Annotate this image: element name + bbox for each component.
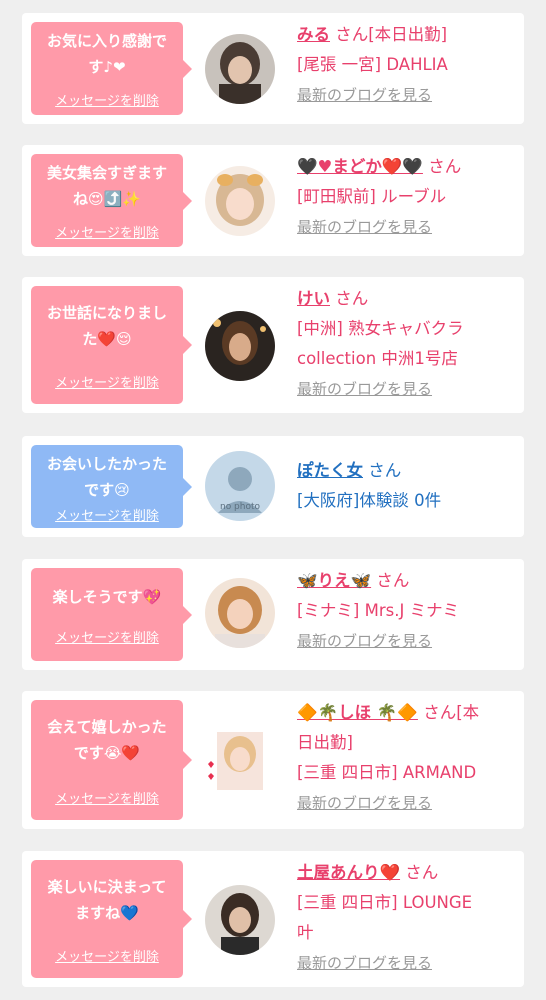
user-name-link[interactable]: ぽたく女	[297, 461, 363, 480]
no-photo-text: no photo	[220, 502, 261, 512]
message-card: 楽しそうです💖 メッセージを削除 🦋りえ🦋 さん [ミナミ] Mrs.J ミナミ…	[22, 559, 524, 670]
avatar-photo	[205, 726, 275, 796]
user-info: 🦋りえ🦋 さん [ミナミ] Mrs.J ミナミ 最新のブログを見る	[297, 566, 514, 656]
message-text-line: ね😍⤴️✨	[73, 190, 141, 208]
user-info: 🖤♥まどか❤️🖤 さん [町田駅前] ルーブル 最新のブログを見る	[297, 152, 514, 242]
delete-message-link[interactable]: メッセージを削除	[31, 376, 183, 392]
user-suffix: さん[本日出勤]	[335, 25, 448, 44]
user-name-link[interactable]: 🦋りえ🦋	[297, 571, 371, 590]
shop-tag: collection 中洲1号店	[297, 349, 458, 368]
avatar-photo	[205, 166, 275, 236]
user-suffix: さん	[428, 157, 462, 176]
message-text: 楽しそうです💖	[35, 584, 179, 610]
shop-tag: [三重 四日市] LOUNGE	[297, 893, 473, 912]
shop-tag: [中洲] 熟女キャバクラ	[297, 319, 464, 338]
shop-tag: [ミナミ] Mrs.J ミナミ	[297, 601, 460, 620]
user-suffix: さん	[368, 461, 402, 480]
delete-message-link[interactable]: メッセージを削除	[31, 226, 183, 242]
message-card: お世話になりまし た❤️😌 メッセージを削除 けい さん [中洲] 熟女キャバク…	[22, 277, 524, 413]
user-suffix: さん[本	[423, 703, 480, 722]
message-bubble: 会えて嬉しかった です😭❤️ メッセージを削除	[31, 700, 192, 820]
message-list: お気に入り感謝で す♪❤ メッセージを削除 みる さん[本日出勤] [尾張 一宮…	[0, 0, 546, 1000]
message-text-line: です😢	[84, 481, 130, 499]
message-bubble: 楽しそうです💖 メッセージを削除	[31, 568, 192, 661]
message-bubble: 楽しいに決まって ますね💙 メッセージを削除	[31, 860, 192, 978]
blog-link[interactable]: 最新のブログを見る	[297, 626, 514, 656]
message-text: 美女集会すぎます ね😍⤴️✨	[35, 160, 179, 212]
delete-message-link[interactable]: メッセージを削除	[31, 792, 183, 808]
message-text-line: お世話になりまし	[46, 304, 167, 322]
delete-message-link[interactable]: メッセージを削除	[31, 509, 183, 525]
user-name-link[interactable]: 土屋あんり❤️	[297, 863, 400, 882]
message-text-line: お会いしたかった	[46, 455, 167, 473]
user-name-link[interactable]: 🔶🌴しほ 🌴🔶	[297, 703, 418, 722]
message-text-line: 楽しいに決まって	[47, 878, 167, 896]
user-name-link[interactable]: けい	[297, 289, 330, 308]
user-suffix: さん	[335, 289, 369, 308]
avatar-photo	[205, 578, 275, 648]
user-info: けい さん [中洲] 熟女キャバクラ collection 中洲1号店 最新のブ…	[297, 284, 514, 404]
shop-tag: [町田駅前] ルーブル	[297, 187, 447, 206]
blog-link[interactable]: 最新のブログを見る	[297, 374, 514, 404]
avatar[interactable]	[205, 34, 275, 104]
blog-link[interactable]: 最新のブログを見る	[297, 788, 514, 818]
delete-message-link[interactable]: メッセージを削除	[31, 631, 183, 647]
message-text: お世話になりまし た❤️😌	[35, 300, 179, 352]
message-bubble: お気に入り感謝で す♪❤ メッセージを削除	[31, 22, 192, 115]
avatar[interactable]	[205, 726, 275, 796]
blog-link[interactable]: 最新のブログを見る	[297, 212, 514, 242]
shop-tag: [大阪府]体験談 0件	[297, 491, 442, 510]
user-name-link[interactable]: 🖤♥まどか❤️🖤	[297, 157, 423, 176]
user-info: 🔶🌴しほ 🌴🔶 さん[本 日出勤] [三重 四日市] ARMAND 最新のブログ…	[297, 698, 514, 818]
message-card: 楽しいに決まって ますね💙 メッセージを削除 土屋あんり❤️ さん [三重 四日…	[22, 851, 524, 987]
message-text-line: お気に入り感謝で	[46, 32, 167, 50]
message-card: 会えて嬉しかった です😭❤️ メッセージを削除 🔶🌴しほ 🌴🔶 さん[本 日出勤…	[22, 691, 524, 829]
message-card: 美女集会すぎます ね😍⤴️✨ メッセージを削除 🖤♥まどか❤️🖤 さん [町田駅…	[22, 145, 524, 256]
message-bubble: お世話になりまし た❤️😌 メッセージを削除	[31, 286, 192, 404]
message-card: お会いしたかった です😢 メッセージを削除 no photo ぽたく女 さん […	[22, 436, 524, 537]
message-text: 楽しいに決まって ますね💙	[35, 874, 179, 926]
shop-tag: [尾張 一宮] DAHLIA	[297, 55, 448, 74]
message-bubble: 美女集会すぎます ね😍⤴️✨ メッセージを削除	[31, 154, 192, 247]
message-text: 会えて嬉しかった です😭❤️	[35, 714, 179, 766]
avatar[interactable]	[205, 166, 275, 236]
avatar-photo	[205, 311, 275, 381]
user-name-link[interactable]: みる	[297, 25, 330, 44]
message-text-line: です😭❤️	[73, 744, 141, 762]
avatar-photo	[205, 34, 275, 104]
blog-link[interactable]: 最新のブログを見る	[297, 80, 514, 110]
avatar-photo: no photo	[205, 451, 275, 521]
delete-message-link[interactable]: メッセージを削除	[31, 94, 183, 110]
blog-link[interactable]: 最新のブログを見る	[297, 948, 514, 978]
avatar[interactable]	[205, 885, 275, 955]
message-text-line: 楽しそうです💖	[52, 588, 162, 606]
user-suffix: さん	[376, 571, 410, 590]
message-text: お気に入り感謝で す♪❤	[35, 28, 179, 80]
avatar[interactable]: no photo	[205, 451, 275, 521]
shop-tag: 叶	[297, 923, 314, 942]
message-bubble: お会いしたかった です😢 メッセージを削除	[31, 445, 192, 528]
message-text-line: す♪❤	[88, 58, 126, 76]
message-text-line: た❤️😌	[82, 330, 132, 348]
avatar[interactable]	[205, 311, 275, 381]
message-text-line: 美女集会すぎます	[46, 164, 167, 182]
avatar[interactable]	[205, 578, 275, 648]
shop-tag: [三重 四日市] ARMAND	[297, 763, 477, 782]
message-card: お気に入り感謝で す♪❤ メッセージを削除 みる さん[本日出勤] [尾張 一宮…	[22, 13, 524, 124]
message-text: お会いしたかった です😢	[35, 451, 179, 503]
message-text-line: ますね💙	[75, 904, 139, 922]
user-suffix: 日出勤]	[297, 733, 353, 752]
user-info: 土屋あんり❤️ さん [三重 四日市] LOUNGE 叶 最新のブログを見る	[297, 858, 514, 978]
user-suffix: さん	[405, 863, 439, 882]
user-info: みる さん[本日出勤] [尾張 一宮] DAHLIA 最新のブログを見る	[297, 20, 514, 110]
user-info: ぽたく女 さん [大阪府]体験談 0件	[297, 456, 514, 516]
message-text-line: 会えて嬉しかった	[47, 718, 167, 736]
avatar-photo	[205, 885, 275, 955]
delete-message-link[interactable]: メッセージを削除	[31, 950, 183, 966]
